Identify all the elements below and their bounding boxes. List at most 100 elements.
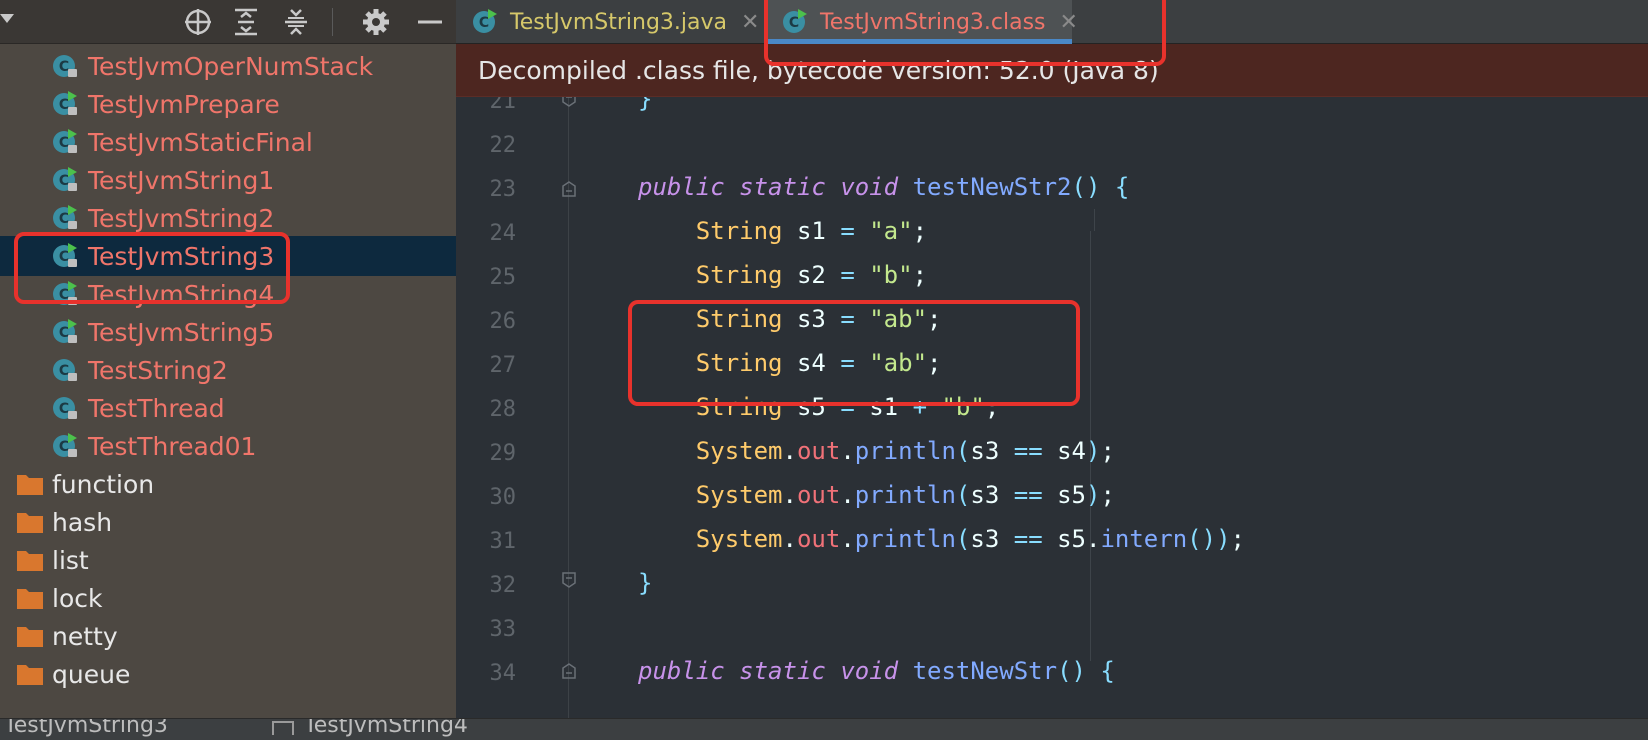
- svg-text:C: C: [59, 211, 69, 227]
- runnable-class-icon: C: [472, 8, 500, 36]
- svg-text:C: C: [59, 135, 69, 151]
- tab-class-file[interactable]: C TestJvmString3.class ✕: [766, 0, 1078, 44]
- tree-item-class[interactable]: C TestJvmString4: [0, 274, 456, 314]
- folder-label: netty: [52, 621, 118, 651]
- code-line: public static void testNewStr() {: [638, 657, 1115, 685]
- tree-item-class[interactable]: C TestString2: [0, 350, 456, 390]
- tree-item-class[interactable]: C TestJvmPrepare: [0, 84, 456, 124]
- class-label: TestThread01: [88, 431, 257, 461]
- tree-item-class[interactable]: C TestJvmOperNumStack: [0, 46, 456, 86]
- dropdown-arrow-icon[interactable]: [0, 14, 14, 23]
- code-line: System.out.println(s3 == s5);: [695, 481, 1115, 509]
- close-icon[interactable]: ✕: [1060, 10, 1078, 35]
- fold-marker-icon[interactable]: [562, 572, 576, 588]
- runnable-class-icon: C: [52, 242, 80, 270]
- close-icon[interactable]: ✕: [741, 10, 759, 35]
- fold-marker-icon[interactable]: [562, 97, 576, 107]
- runnable-class-icon: C: [52, 204, 80, 232]
- runnable-class-icon: C: [52, 280, 80, 308]
- svg-text:C: C: [59, 287, 69, 303]
- line-number: 31: [489, 529, 517, 554]
- code-line: String s1 = "a";: [695, 217, 928, 245]
- class-label: TestJvmStaticFinal: [88, 127, 313, 157]
- line-number: 21: [489, 97, 517, 114]
- class-label: TestJvmString4: [88, 279, 275, 309]
- fold-marker-icon[interactable]: [562, 181, 576, 197]
- locate-icon[interactable]: [182, 6, 214, 38]
- file-icon: [272, 721, 294, 735]
- line-number: 32: [489, 573, 517, 598]
- runnable-class-icon: C: [52, 166, 80, 194]
- code-line: String s2 = "b";: [695, 261, 928, 289]
- svg-text:C: C: [59, 173, 69, 189]
- collapse-all-icon[interactable]: [280, 6, 312, 38]
- code-line: String s3 = "ab";: [695, 305, 942, 333]
- line-number: 22: [489, 133, 517, 158]
- tree-item-class[interactable]: C TestJvmStaticFinal: [0, 122, 456, 162]
- runnable-class-icon: C: [52, 128, 80, 156]
- bottom-tool-strip: TestJvmString3 TestJvmString4: [0, 718, 1648, 740]
- class-label: TestJvmPrepare: [88, 89, 280, 119]
- fold-marker-icon[interactable]: [562, 663, 576, 679]
- class-label: TestJvmString5: [88, 317, 275, 347]
- folder-label: list: [52, 545, 89, 575]
- tree-item-folder[interactable]: list: [0, 540, 456, 580]
- line-number: 34: [489, 661, 517, 686]
- code-line: System.out.println(s3 == s4);: [695, 437, 1115, 465]
- folder-icon: [16, 472, 44, 496]
- banner-text: Decompiled .class file, bytecode version…: [478, 56, 1159, 85]
- class-label: TestJvmString1: [88, 165, 275, 195]
- svg-text:C: C: [59, 439, 69, 455]
- gear-icon[interactable]: [360, 6, 392, 38]
- tree-item-folder[interactable]: netty: [0, 616, 456, 656]
- code-line: }: [638, 569, 653, 597]
- class-label: TestString2: [88, 355, 228, 385]
- expand-all-icon[interactable]: [230, 6, 262, 38]
- svg-text:C: C: [59, 363, 69, 379]
- class-icon: C: [52, 394, 80, 422]
- folder-icon: [16, 548, 44, 572]
- class-label: TestJvmString3: [88, 241, 275, 271]
- tree-item-folder[interactable]: function: [0, 464, 456, 504]
- folder-label: hash: [52, 507, 113, 537]
- line-number: 25: [489, 265, 517, 290]
- line-number: 23: [489, 177, 517, 202]
- bottom-item[interactable]: TestJvmString3: [4, 719, 168, 738]
- tab-java-source[interactable]: C TestJvmString3.java ✕: [456, 0, 759, 44]
- tree-item-class-selected[interactable]: C TestJvmString3: [0, 236, 456, 276]
- toolbar-divider: [332, 8, 333, 36]
- tree-item-folder[interactable]: queue: [0, 654, 456, 694]
- class-icon: C: [52, 52, 80, 80]
- decompiled-notice-banner: Decompiled .class file, bytecode version…: [456, 44, 1648, 97]
- code-line: System.out.println(s3 == s5.intern());: [695, 525, 1245, 553]
- runnable-class-icon: C: [782, 8, 810, 36]
- line-number: 28: [489, 397, 517, 422]
- code-area[interactable]: 21 22 23 24 25 26 27 28 29 30 31 32 33 3…: [456, 97, 1648, 718]
- tree-item-class[interactable]: C TestJvmString5: [0, 312, 456, 352]
- folder-label: function: [52, 469, 155, 499]
- tree-item-folder[interactable]: lock: [0, 578, 456, 618]
- tree-item-class[interactable]: C TestJvmString1: [0, 160, 456, 200]
- class-label: TestThread: [88, 393, 225, 423]
- code-line: String s4 = "ab";: [695, 349, 942, 377]
- svg-text:C: C: [59, 249, 69, 265]
- code-line: }: [638, 97, 653, 113]
- code-line: public static void testNewStr2() {: [638, 173, 1130, 201]
- tree-item-class[interactable]: C TestThread01: [0, 426, 456, 466]
- indent-guide: [1094, 209, 1095, 231]
- svg-text:C: C: [59, 325, 69, 341]
- class-label: TestJvmString2: [88, 203, 275, 233]
- hide-icon[interactable]: [414, 6, 446, 38]
- folder-icon: [16, 510, 44, 534]
- tree-item-folder[interactable]: hash: [0, 502, 456, 542]
- bottom-item[interactable]: TestJvmString4: [304, 719, 468, 738]
- line-number: 27: [489, 353, 517, 378]
- line-number: 26: [489, 309, 517, 334]
- svg-text:C: C: [789, 15, 799, 31]
- tree-item-class[interactable]: C TestJvmString2: [0, 198, 456, 238]
- folder-icon: [16, 586, 44, 610]
- svg-text:C: C: [59, 59, 69, 75]
- tree-item-class[interactable]: C TestThread: [0, 388, 456, 428]
- project-toolbar: [0, 0, 456, 44]
- folder-icon: [16, 624, 44, 648]
